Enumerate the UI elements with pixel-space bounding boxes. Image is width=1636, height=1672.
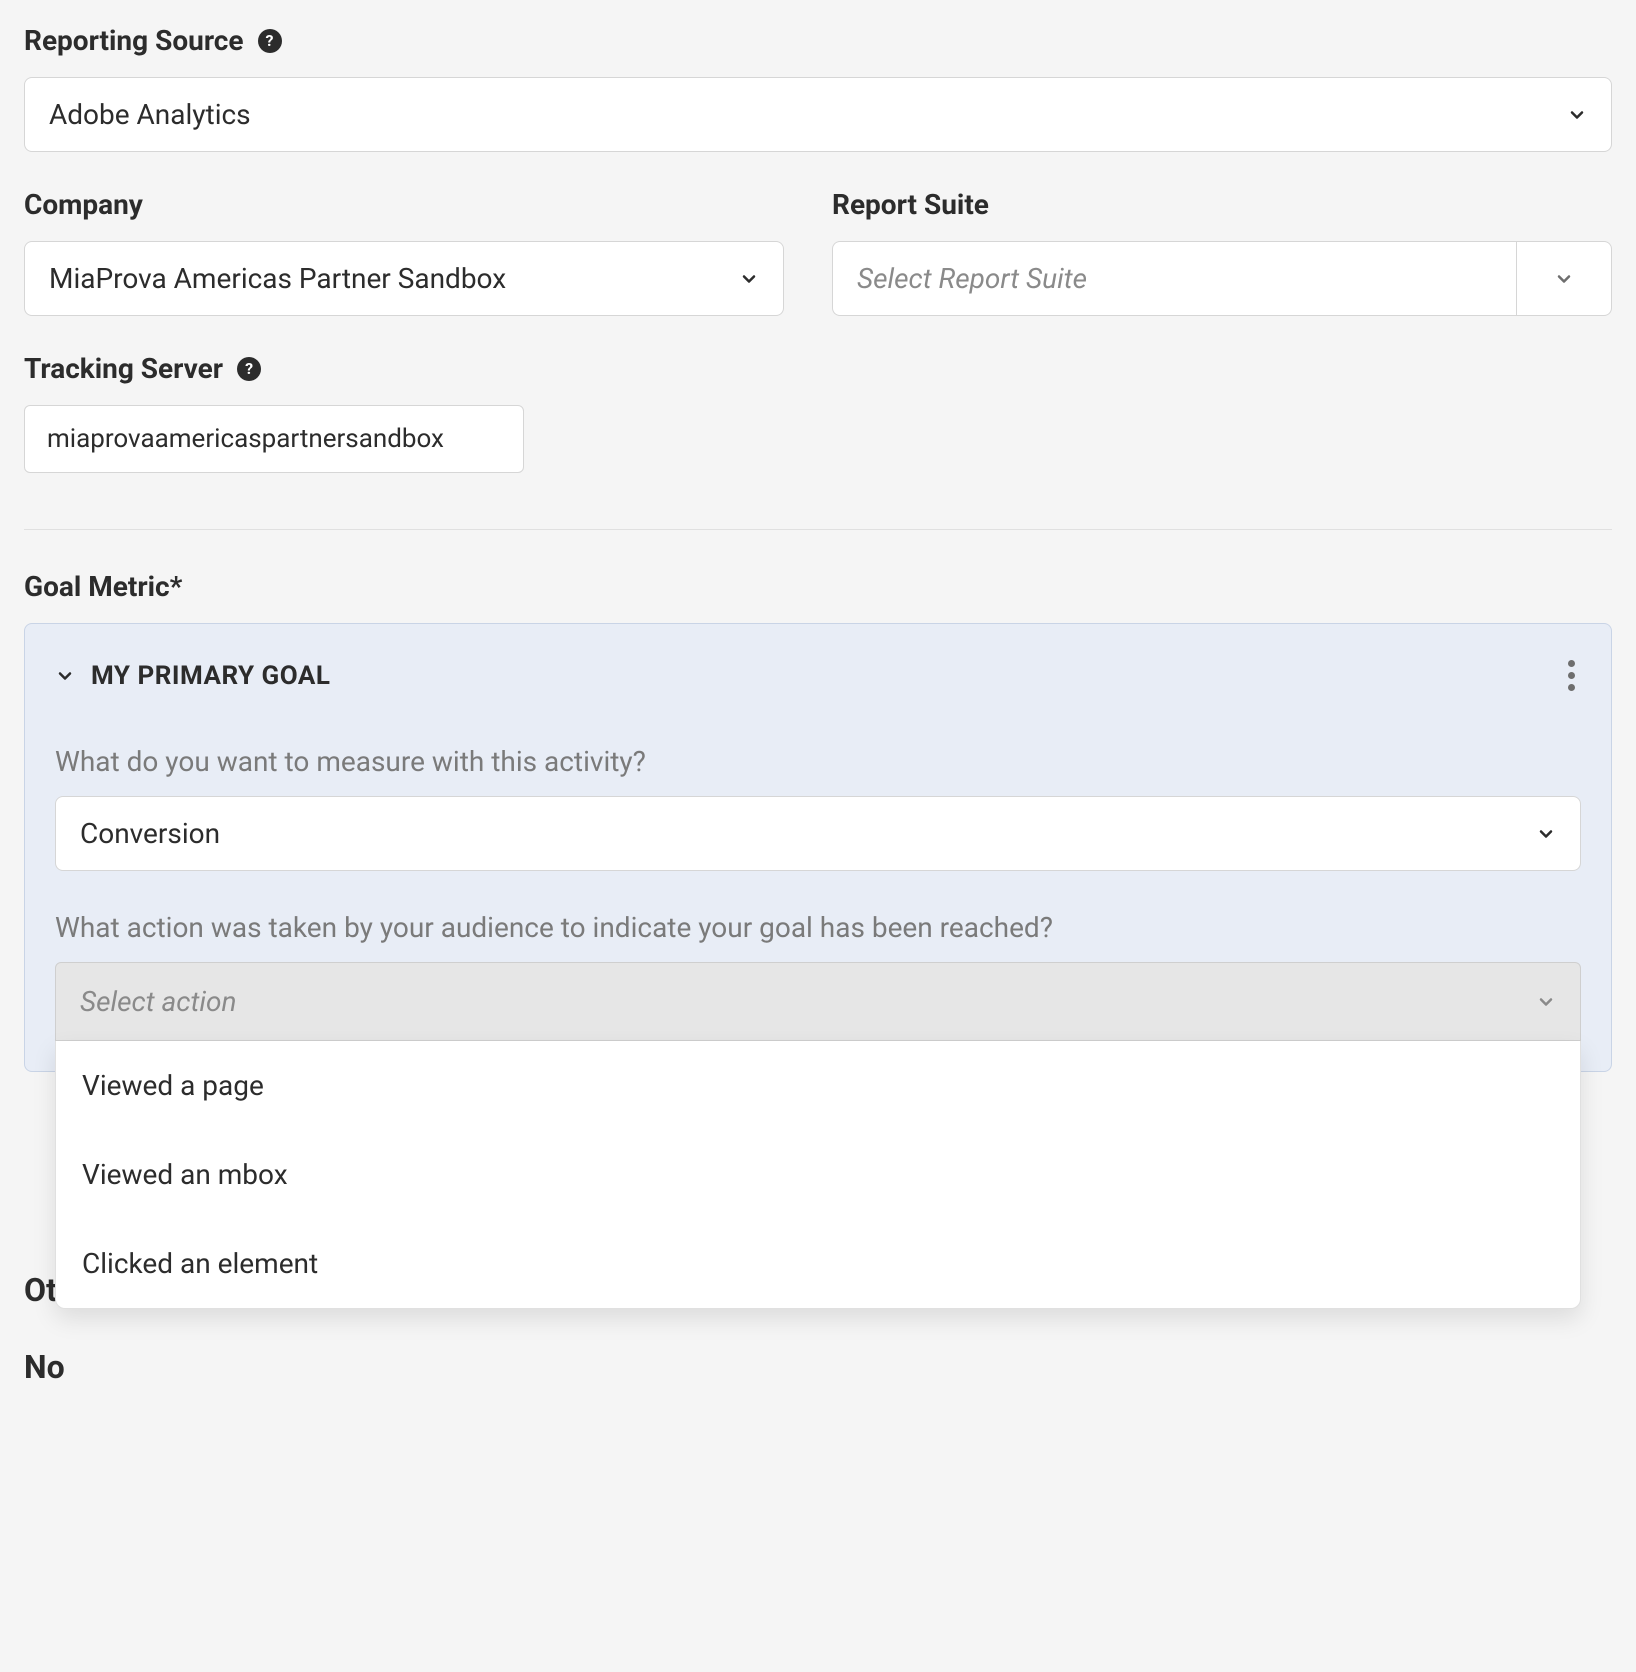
kebab-menu-icon[interactable] bbox=[1562, 654, 1581, 697]
help-icon[interactable]: ? bbox=[258, 29, 282, 53]
action-placeholder: Select action bbox=[80, 985, 237, 1018]
action-select[interactable]: Select action bbox=[55, 962, 1581, 1041]
company-value: MiaProva Americas Partner Sandbox bbox=[49, 262, 506, 295]
company-label: Company bbox=[24, 188, 784, 221]
measure-select[interactable]: Conversion bbox=[55, 796, 1581, 871]
company-label-text: Company bbox=[24, 188, 143, 221]
company-select[interactable]: MiaProva Americas Partner Sandbox bbox=[24, 241, 784, 316]
chevron-down-icon bbox=[739, 269, 759, 289]
report-suite-select[interactable]: Select Report Suite bbox=[832, 241, 1516, 316]
help-icon[interactable]: ? bbox=[237, 357, 261, 381]
tracking-server-value: miaprovaamericaspartnersandbox bbox=[47, 424, 444, 454]
reporting-source-select[interactable]: Adobe Analytics bbox=[24, 77, 1612, 152]
goal-metric-label: Goal Metric* bbox=[24, 570, 1612, 603]
primary-goal-title: MY PRIMARY GOAL bbox=[91, 661, 330, 691]
action-option[interactable]: Viewed a page bbox=[56, 1041, 1580, 1130]
reporting-source-label-text: Reporting Source bbox=[24, 24, 244, 57]
report-suite-placeholder: Select Report Suite bbox=[857, 262, 1087, 295]
action-option[interactable]: Clicked an element bbox=[56, 1219, 1580, 1308]
report-suite-label-text: Report Suite bbox=[832, 188, 989, 221]
measure-value: Conversion bbox=[80, 817, 220, 850]
primary-goal-card: MY PRIMARY GOAL What do you want to meas… bbox=[24, 623, 1612, 1072]
action-prompt: What action was taken by your audience t… bbox=[55, 911, 1581, 944]
chevron-down-icon bbox=[1536, 824, 1556, 844]
measure-prompt: What do you want to measure with this ac… bbox=[55, 745, 1581, 778]
action-option[interactable]: Viewed an mbox bbox=[56, 1130, 1580, 1219]
primary-goal-toggle[interactable]: MY PRIMARY GOAL bbox=[55, 661, 330, 691]
chevron-down-icon bbox=[1567, 105, 1587, 125]
chevron-down-icon bbox=[55, 666, 75, 686]
tracking-server-label-text: Tracking Server bbox=[24, 352, 223, 385]
tracking-server-label: Tracking Server ? bbox=[24, 352, 1612, 385]
report-suite-dropdown-toggle[interactable] bbox=[1516, 241, 1612, 316]
chevron-down-icon bbox=[1554, 269, 1574, 289]
goal-metric-label-text: Goal Metric* bbox=[24, 570, 182, 603]
tracking-server-input[interactable]: miaprovaamericaspartnersandbox bbox=[24, 405, 524, 473]
report-suite-label: Report Suite bbox=[832, 188, 1612, 221]
chevron-down-icon bbox=[1536, 992, 1556, 1012]
action-dropdown-menu: Viewed a page Viewed an mbox Clicked an … bbox=[55, 1041, 1581, 1309]
reporting-source-value: Adobe Analytics bbox=[49, 98, 251, 131]
reporting-source-label: Reporting Source ? bbox=[24, 24, 1612, 57]
notes-label-fragment: No bbox=[24, 1329, 1612, 1406]
divider bbox=[24, 529, 1612, 530]
